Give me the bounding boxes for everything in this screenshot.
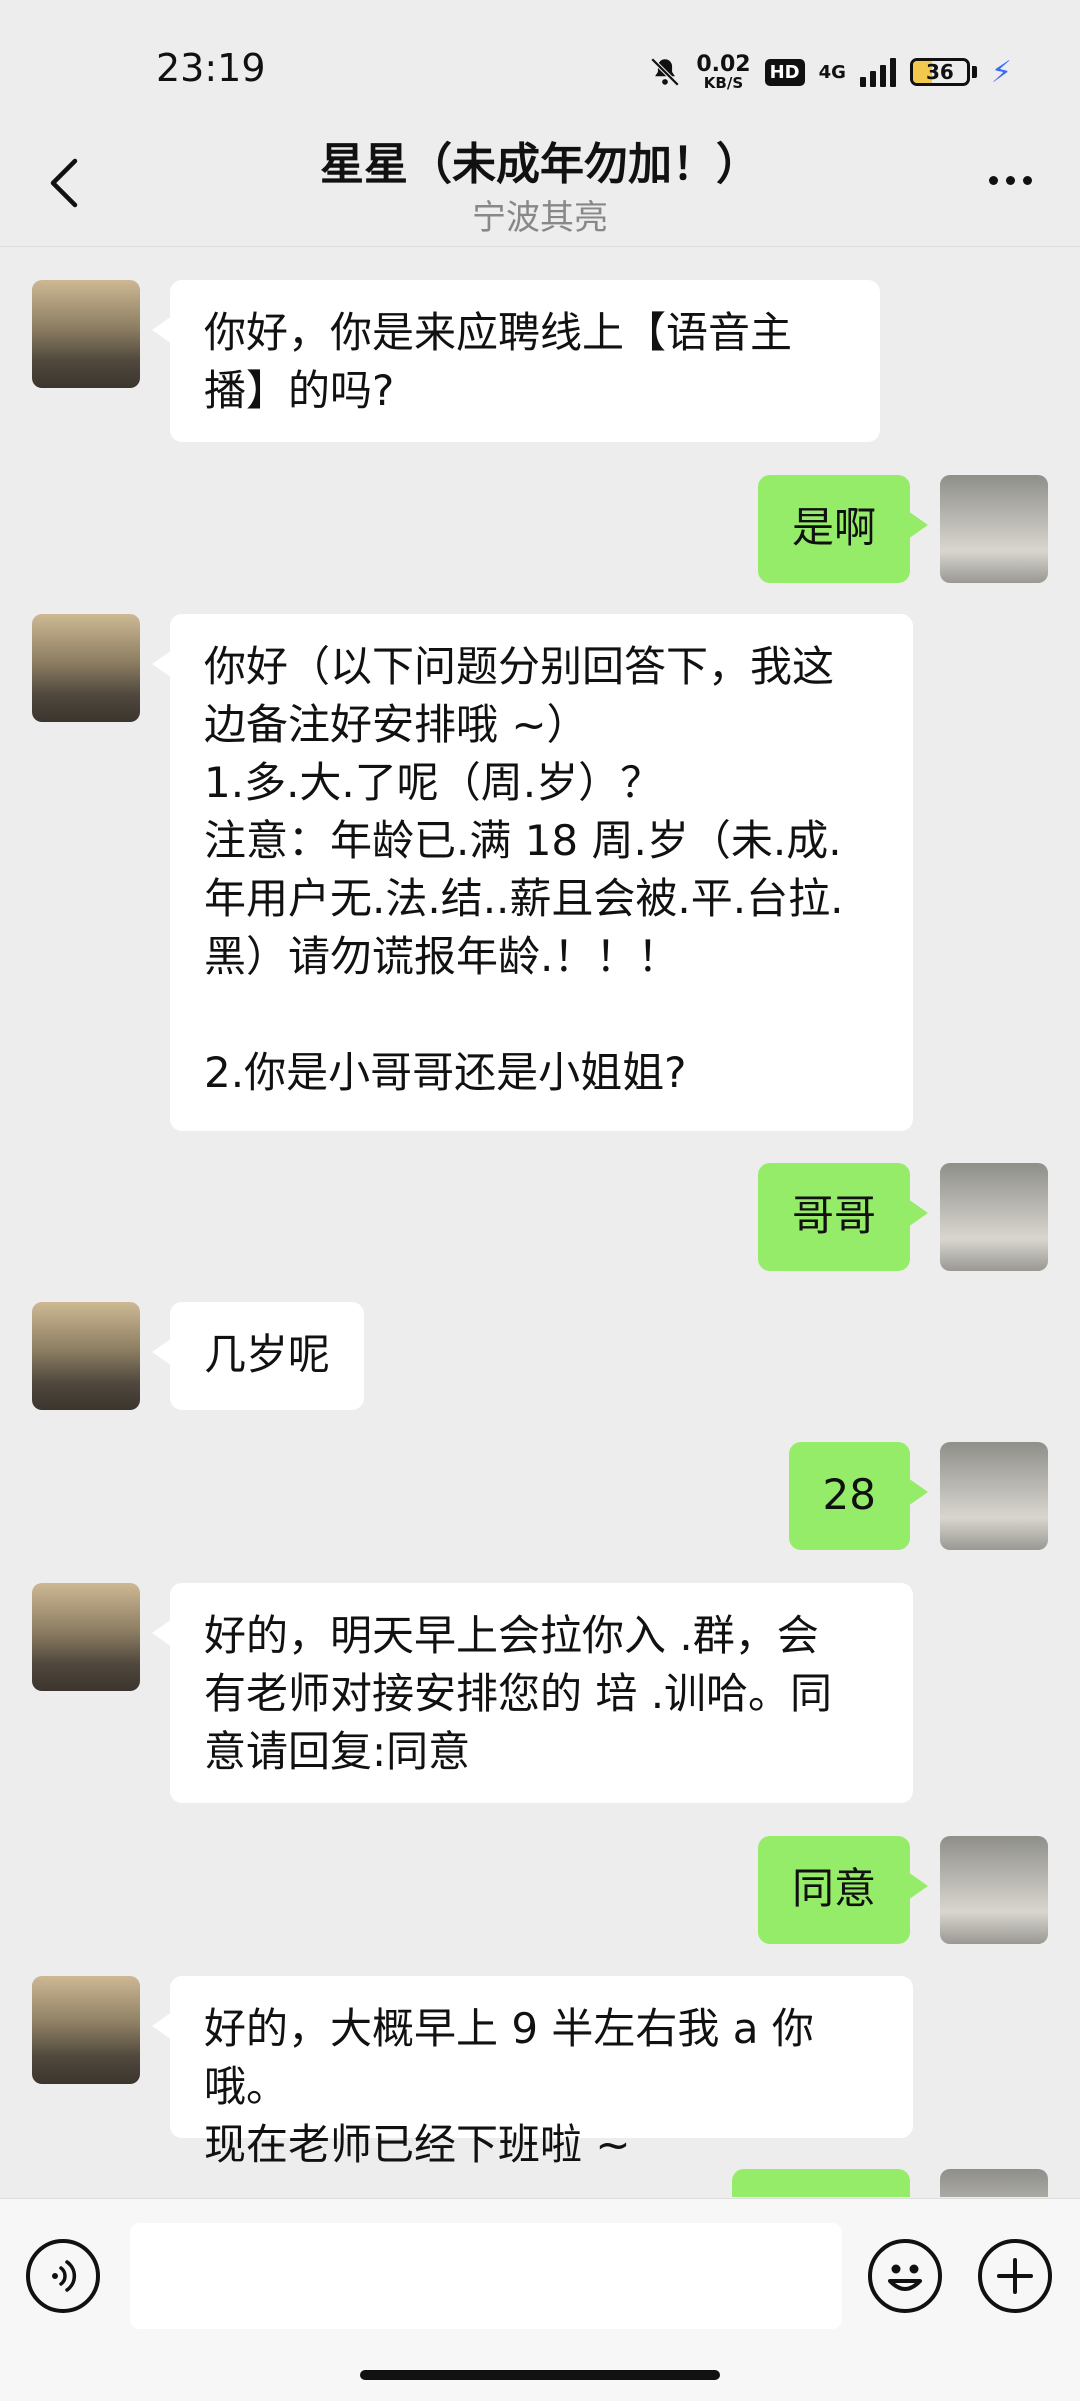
message-bubble[interactable]: 你好（以下问题分别回答下，我这 边备注好安排哦 ~） 1.多.大.了呢（周.岁）… xyxy=(152,614,913,1131)
network-type: 4G xyxy=(818,61,846,83)
emoji-button[interactable] xyxy=(868,2239,942,2313)
my-avatar[interactable] xyxy=(940,475,1048,583)
message-incoming: 好的，明天早上会拉你入 .群，会 有老师对接安排您的 培 .训哈。同 意请回复:… xyxy=(0,1583,1080,1803)
contact-avatar[interactable] xyxy=(32,1583,140,1691)
voice-button[interactable] xyxy=(26,2239,100,2313)
message-incoming: 好的，大概早上 9 半左右我 a 你哦。 现在老师已经下班啦 ~ xyxy=(0,1976,1080,2169)
my-avatar[interactable] xyxy=(940,1442,1048,1550)
contact-avatar[interactable] xyxy=(32,280,140,388)
message-incoming: 几岁呢 xyxy=(0,1302,1080,1410)
chat-header: 星星（未成年勿加！） 宁波其亮 xyxy=(0,120,1080,247)
message-outgoing: 同意 xyxy=(0,1836,1080,1944)
battery-cap xyxy=(971,66,977,78)
home-indicator[interactable] xyxy=(360,2370,720,2380)
message-bubble[interactable]: 几岁呢 xyxy=(151,1302,365,1410)
contact-avatar[interactable] xyxy=(32,1976,140,2084)
message-outgoing: 是啊 xyxy=(0,475,1080,583)
plus-button[interactable] xyxy=(978,2239,1052,2313)
signal-icon xyxy=(859,57,896,87)
net-speed-unit: KB/S xyxy=(703,73,744,92)
my-avatar[interactable] xyxy=(940,1163,1048,1271)
message-outgoing: 28 xyxy=(0,1442,1080,1550)
message-outgoing xyxy=(0,2169,1080,2197)
voice-icon xyxy=(52,2260,77,2292)
message-bubble[interactable]: 同意 xyxy=(757,1836,929,1944)
contact-avatar[interactable] xyxy=(32,1302,140,1410)
message-bubble[interactable]: 好的，大概早上 9 半左右我 a 你哦。 现在老师已经下班啦 ~ xyxy=(152,1976,913,2169)
charging-icon: ⚡ xyxy=(990,54,1012,90)
contact-avatar[interactable] xyxy=(32,614,140,722)
message-bubble[interactable] xyxy=(732,2169,910,2197)
message-incoming: 你好（以下问题分别回答下，我这 边备注好安排哦 ~） 1.多.大.了呢（周.岁）… xyxy=(0,614,1080,1131)
net-speed: 0.02 KB/S xyxy=(696,51,751,92)
message-bubble[interactable]: 你好，你是来应聘线上【语音主 播】的吗? xyxy=(152,280,880,442)
message-incoming: 你好，你是来应聘线上【语音主 播】的吗? xyxy=(0,280,1080,442)
plus-icon xyxy=(997,2258,1033,2294)
emoji-icon xyxy=(888,2264,922,2291)
message-outgoing: 哥哥 xyxy=(0,1163,1080,1271)
hd-icon: HD xyxy=(764,58,805,86)
more-dots-icon xyxy=(988,175,998,185)
status-icons: 0.02 KB/S HD 4G 36 ⚡ xyxy=(648,48,1012,96)
my-avatar[interactable] xyxy=(940,1836,1048,1944)
message-bubble[interactable]: 是啊 xyxy=(757,475,929,583)
more-dot xyxy=(1022,175,1032,185)
battery-level: 36 xyxy=(926,60,954,84)
battery-icon: 36 xyxy=(909,58,970,86)
net-speed-value: 0.02 xyxy=(696,51,751,77)
message-list[interactable]: 你好，你是来应聘线上【语音主 播】的吗? 是啊 你好（以下问题分别回答下，我这 … xyxy=(0,247,1080,2197)
message-input[interactable] xyxy=(130,2223,842,2329)
my-avatar[interactable] xyxy=(940,2169,1048,2197)
more-dot xyxy=(1005,175,1015,185)
mute-bell-icon xyxy=(651,57,680,87)
message-bubble[interactable]: 哥哥 xyxy=(757,1163,929,1271)
chat-subtitle: 宁波其亮 xyxy=(472,198,608,238)
status-time: 23:19 xyxy=(156,46,266,90)
message-bubble[interactable]: 好的，明天早上会拉你入 .群，会 有老师对接安排您的 培 .训哈。同 意请回复:… xyxy=(152,1583,913,1803)
message-bubble[interactable]: 28 xyxy=(788,1442,929,1550)
status-bar: 23:19 0.02 KB/S HD 4G 36 ⚡ xyxy=(0,0,1080,140)
chat-title: 星星（未成年勿加！） xyxy=(320,139,760,190)
more-button[interactable] xyxy=(980,160,1040,200)
